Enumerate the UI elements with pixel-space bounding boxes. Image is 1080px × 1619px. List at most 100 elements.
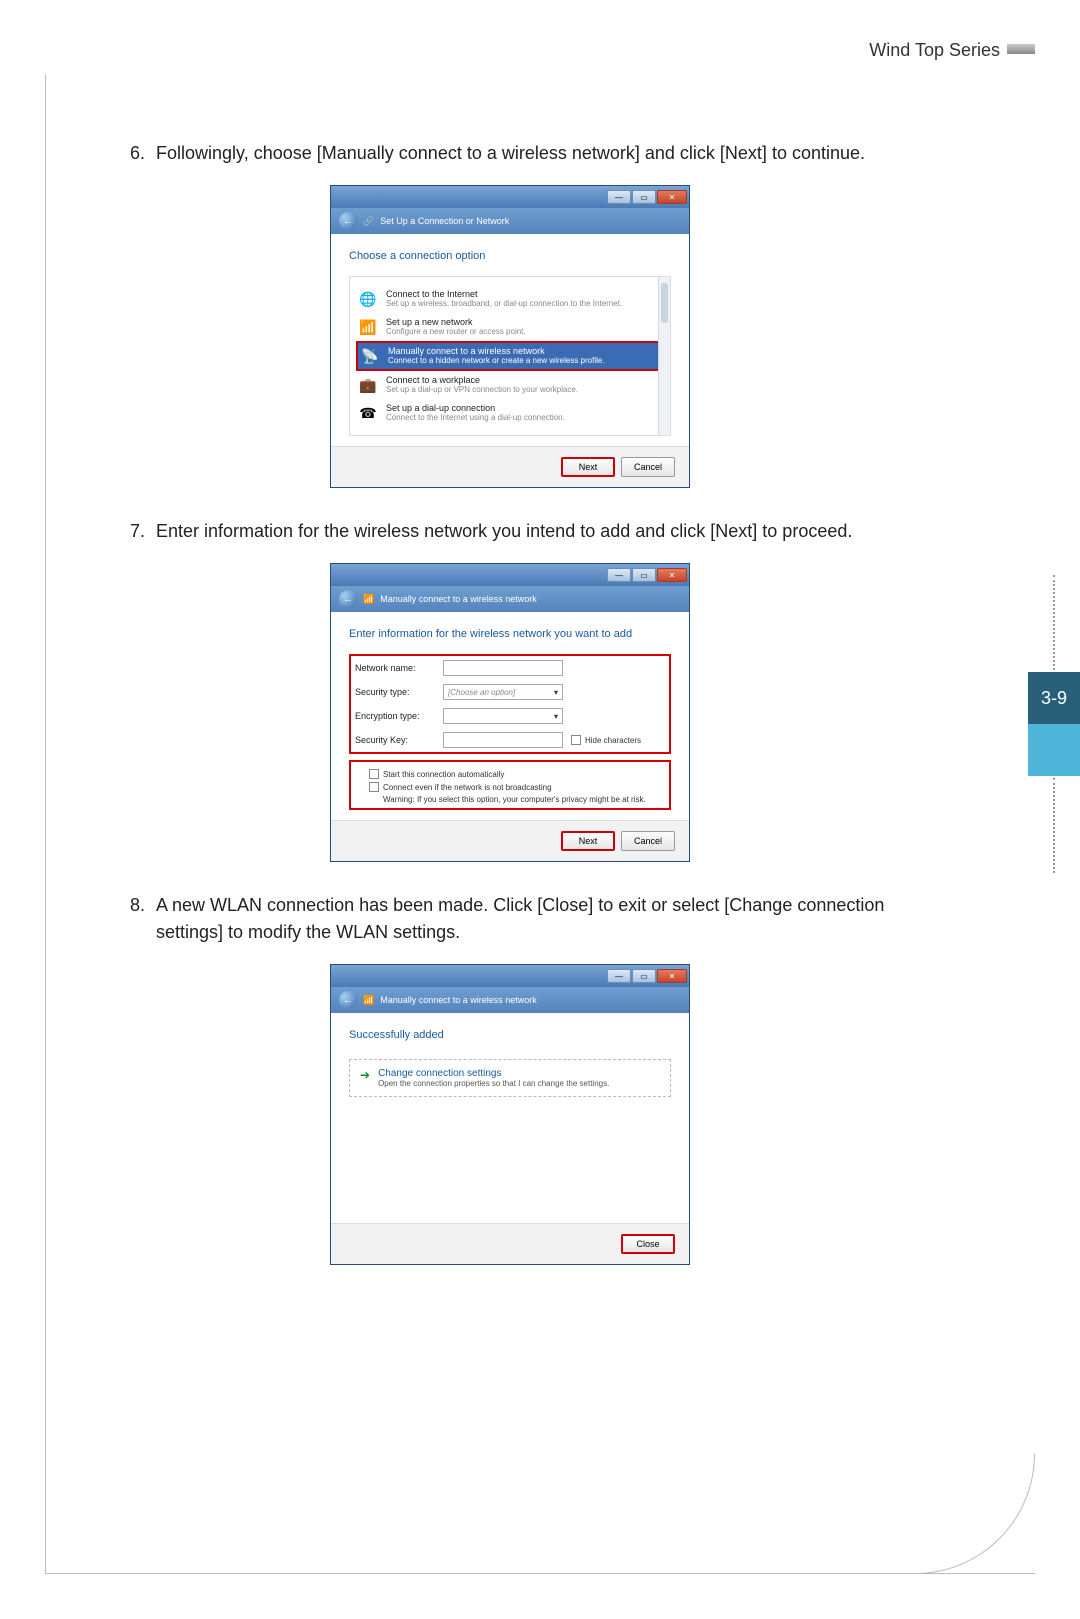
option-desc: Connect to the Internet using a dial-up …: [386, 413, 565, 422]
network-icon: 📶: [358, 317, 378, 337]
label-security-key: Security Key:: [355, 735, 443, 745]
dialog3-titlebar: — ▭ ✕: [331, 965, 689, 987]
label-hide-chars: Hide characters: [585, 736, 641, 745]
page-content: 6. Followingly, choose [Manually connect…: [130, 140, 890, 1295]
option-new-network[interactable]: 📶 Set up a new network Configure a new r…: [356, 313, 664, 341]
dialog2-body: Enter information for the wireless netwo…: [331, 612, 689, 820]
cancel-button[interactable]: Cancel: [621, 831, 675, 851]
dialog3-body: Successfully added ➔ Change connection s…: [331, 1013, 689, 1223]
option-desc: Set up a wireless, broadband, or dial-up…: [386, 299, 622, 308]
checkbox-hide-characters[interactable]: Hide characters: [571, 735, 641, 745]
option-title: Set up a dial-up connection: [386, 403, 565, 413]
back-icon[interactable]: ←: [339, 991, 357, 1009]
row-security-type: Security type: [Choose an option] ▾: [355, 684, 665, 700]
minimize-button[interactable]: —: [607, 969, 631, 983]
input-network-name[interactable]: [443, 660, 563, 676]
scroll-thumb[interactable]: [661, 283, 668, 323]
phone-icon: ☎: [358, 403, 378, 423]
header-series-title: Wind Top Series: [869, 40, 1000, 61]
dialog2-footer: Next Cancel: [331, 820, 689, 861]
maximize-button[interactable]: ▭: [632, 190, 656, 204]
change-connection-settings-link[interactable]: ➔ Change connection settings Open the co…: [349, 1059, 671, 1097]
dialog2-title: Manually connect to a wireless network: [380, 594, 537, 604]
dialog1-titlebar: — ▭ ✕: [331, 186, 689, 208]
dialog-successfully-added: — ▭ ✕ ← 📶 Manually connect to a wireless…: [330, 964, 690, 1265]
back-icon[interactable]: ←: [339, 590, 357, 608]
select-security-type[interactable]: [Choose an option] ▾: [443, 684, 563, 700]
step-8-text: 8. A new WLAN connection has been made. …: [130, 892, 890, 946]
row-encryption-type: Encryption type: ▾: [355, 708, 665, 724]
label-network-name: Network name:: [355, 663, 443, 673]
option-title: Manually connect to a wireless network: [388, 346, 605, 356]
input-security-key[interactable]: [443, 732, 563, 748]
dialog3-footer: Close: [331, 1223, 689, 1264]
globe-icon: 🔗: [363, 216, 374, 227]
dialog3-header: ← 📶 Manually connect to a wireless netwo…: [331, 987, 689, 1013]
dialog1-footer: Next Cancel: [331, 446, 689, 487]
label-encryption-type: Encryption type:: [355, 711, 443, 721]
option-desc: Connect to a hidden network or create a …: [388, 356, 605, 365]
step-7-number: 7.: [130, 518, 156, 545]
dialog3-heading: Successfully added: [349, 1029, 671, 1041]
side-dotted-top: [1053, 575, 1055, 670]
select-encryption-type[interactable]: ▾: [443, 708, 563, 724]
warning-text: Warning: If you select this option, your…: [383, 795, 665, 804]
checkbox-icon: [369, 769, 379, 779]
dialog2-titlebar: — ▭ ✕: [331, 564, 689, 586]
option-manual-wireless[interactable]: 📡 Manually connect to a wireless network…: [356, 341, 664, 371]
minimize-button[interactable]: —: [607, 568, 631, 582]
arrow-right-icon: ➔: [360, 1068, 370, 1082]
dialog-connection-option: — ▭ ✕ ← 🔗 Set Up a Connection or Network…: [330, 185, 690, 488]
dialog1-header: ← 🔗 Set Up a Connection or Network: [331, 208, 689, 234]
close-button[interactable]: ✕: [657, 568, 687, 582]
next-button[interactable]: Next: [561, 831, 615, 851]
wireless-icon: 📶: [363, 594, 374, 605]
step-7-text: 7. Enter information for the wireless ne…: [130, 518, 890, 545]
form-checkboxes-highlight: Start this connection automatically Conn…: [349, 760, 671, 810]
back-icon[interactable]: ←: [339, 212, 357, 230]
step-6-text: 6. Followingly, choose [Manually connect…: [130, 140, 890, 167]
checkbox-connect-not-broadcasting[interactable]: Connect even if the network is not broad…: [369, 782, 665, 792]
page-number-tab: 3-9: [1028, 672, 1080, 724]
maximize-button[interactable]: ▭: [632, 568, 656, 582]
close-button[interactable]: ✕: [657, 190, 687, 204]
label-not-broadcasting: Connect even if the network is not broad…: [383, 783, 552, 792]
option-dialup[interactable]: ☎ Set up a dial-up connection Connect to…: [356, 399, 664, 427]
close-button[interactable]: Close: [621, 1234, 675, 1254]
select-placeholder: [Choose an option]: [448, 688, 515, 697]
step-6-number: 6.: [130, 140, 156, 167]
dialog1-body: Choose a connection option 🌐 Connect to …: [331, 234, 689, 446]
wireless-icon: 📶: [363, 995, 374, 1006]
next-button[interactable]: Next: [561, 457, 615, 477]
link-desc: Open the connection properties so that I…: [378, 1079, 609, 1088]
briefcase-icon: 💼: [358, 375, 378, 395]
wireless-icon: 📡: [360, 346, 380, 366]
scrollbar[interactable]: [658, 277, 670, 435]
form-fields-highlight: Network name: Security type: [Choose an …: [349, 654, 671, 754]
row-network-name: Network name:: [355, 660, 665, 676]
cancel-button[interactable]: Cancel: [621, 457, 675, 477]
side-dotted-bottom: [1053, 778, 1055, 873]
dialog1-options-list: 🌐 Connect to the Internet Set up a wirel…: [349, 276, 671, 436]
label-security-type: Security type:: [355, 687, 443, 697]
step-6-body: Followingly, choose [Manually connect to…: [156, 140, 865, 167]
step-6: 6. Followingly, choose [Manually connect…: [130, 140, 890, 488]
page-number-text: 3-9: [1041, 688, 1067, 709]
checkbox-auto-start[interactable]: Start this connection automatically: [369, 769, 665, 779]
maximize-button[interactable]: ▭: [632, 969, 656, 983]
option-title: Set up a new network: [386, 317, 526, 327]
row-security-key: Security Key: Hide characters: [355, 732, 665, 748]
link-title: Change connection settings: [378, 1068, 609, 1079]
minimize-button[interactable]: —: [607, 190, 631, 204]
option-connect-internet[interactable]: 🌐 Connect to the Internet Set up a wirel…: [356, 285, 664, 313]
chevron-down-icon: ▾: [554, 688, 558, 697]
checkbox-icon: [571, 735, 581, 745]
close-button[interactable]: ✕: [657, 969, 687, 983]
header-accent-bar: [1007, 44, 1035, 54]
step-8-body: A new WLAN connection has been made. Cli…: [156, 892, 890, 946]
step-7-body: Enter information for the wireless netwo…: [156, 518, 852, 545]
label-auto-start: Start this connection automatically: [383, 770, 504, 779]
option-workplace[interactable]: 💼 Connect to a workplace Set up a dial-u…: [356, 371, 664, 399]
step-8-number: 8.: [130, 892, 156, 946]
dialog2-heading: Enter information for the wireless netwo…: [349, 628, 671, 640]
